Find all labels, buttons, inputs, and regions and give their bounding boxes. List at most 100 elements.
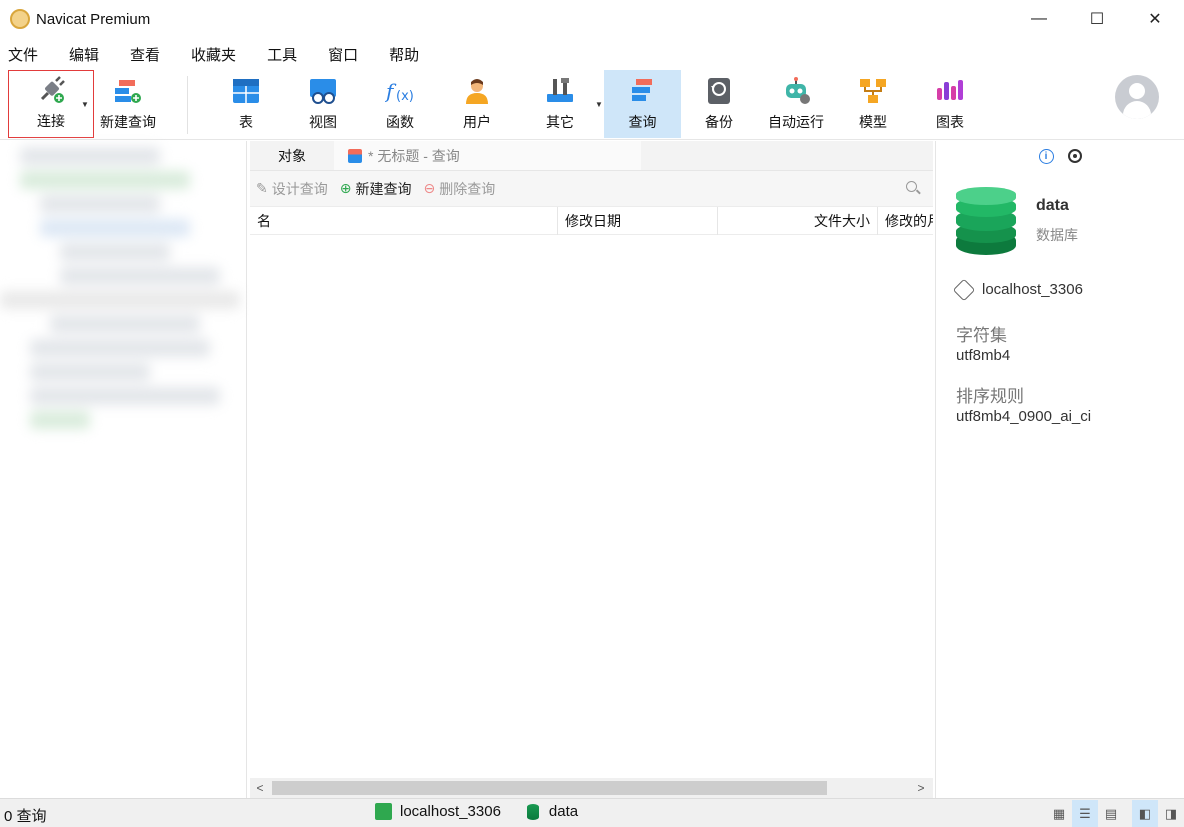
backup-button[interactable]: 备份 — [683, 70, 755, 138]
other-dropdown-arrow-icon[interactable]: ▼ — [595, 100, 603, 109]
new-query-icon — [113, 76, 143, 106]
connect-label: 连接 — [37, 113, 65, 129]
toggle-left-panel-icon[interactable]: ◧ — [1132, 799, 1158, 827]
menu-window[interactable]: 窗口 — [328, 44, 358, 65]
status-database-name: data — [548, 803, 579, 820]
object-action-bar: ✎ 设计查询 ⊕ 新建查询 ⊖ 删除查询 — [250, 171, 933, 207]
function-fx-icon: f (x) — [384, 76, 415, 106]
minus-circle-icon: ⊖ — [423, 180, 436, 196]
status-connection: localhost_3306 data — [375, 803, 578, 820]
navicat-logo-icon — [10, 9, 30, 29]
status-bar: 0 查询 localhost_3306 data ▦ ☰ ▤ ◧ ◨ — [0, 798, 1184, 827]
new-query-label: 新建查询 — [100, 114, 156, 130]
column-header-modified-by[interactable]: 修改的月 — [878, 207, 933, 235]
query-tab-label: * 无标题 - 查询 — [368, 147, 460, 164]
automation-label: 自动运行 — [768, 114, 824, 130]
design-query-button[interactable]: ✎ 设计查询 — [256, 179, 328, 199]
table-label: 表 — [239, 114, 253, 130]
function-label: 函数 — [386, 114, 414, 130]
maximize-button[interactable]: ☐ — [1068, 0, 1126, 38]
menu-tools[interactable]: 工具 — [267, 44, 297, 65]
column-header-modified-date[interactable]: 修改日期 — [558, 206, 718, 235]
user-button[interactable]: 用户 — [441, 70, 513, 138]
database-name: data — [1036, 197, 1069, 214]
preview-eye-icon[interactable] — [1067, 149, 1082, 163]
info-icon[interactable]: i — [1038, 148, 1054, 164]
menu-view[interactable]: 查看 — [130, 44, 160, 65]
window-title: Navicat Premium — [36, 10, 151, 28]
svg-text:(x): (x) — [396, 89, 414, 104]
search-icon[interactable] — [906, 181, 917, 192]
menu-favorites[interactable]: 收藏夹 — [191, 44, 236, 65]
model-icon — [858, 76, 888, 106]
collation-value: utf8mb4_0900_ai_ci — [956, 408, 1092, 425]
chart-button[interactable]: 图表 — [914, 70, 986, 138]
toolbar-separator — [187, 76, 188, 134]
title-bar: Navicat Premium — ☐ ✕ — [0, 0, 1184, 38]
view-glasses-icon — [308, 76, 338, 106]
model-button[interactable]: 模型 — [837, 70, 909, 138]
new-query-button[interactable]: 新建查询 — [96, 70, 160, 138]
new-query-action-label: 新建查询 — [355, 180, 412, 197]
database-type: 数据库 — [1036, 227, 1078, 243]
scroll-left-icon[interactable]: < — [250, 781, 270, 795]
horizontal-scrollbar[interactable]: < > — [250, 778, 933, 798]
scrollbar-thumb[interactable] — [272, 781, 827, 795]
user-icon — [462, 76, 492, 106]
query-count: 0 查询 — [4, 808, 47, 825]
delete-query-label: 删除查询 — [439, 180, 496, 197]
automation-button[interactable]: 自动运行 — [760, 70, 832, 138]
connection-status-icon — [375, 803, 392, 820]
database-card: data 数据库 — [956, 187, 1078, 255]
other-button[interactable]: 其它 — [525, 70, 595, 138]
toggle-right-panel-icon[interactable]: ◨ — [1158, 800, 1184, 827]
view-label: 视图 — [309, 114, 337, 130]
delete-query-button[interactable]: ⊖ 删除查询 — [423, 179, 495, 199]
connection-row: localhost_3306 — [952, 278, 1083, 301]
tab-bar: 对象 * 无标题 - 查询 — [250, 141, 933, 171]
view-mode-switcher: ▦ ☰ ▤ ◧ ◨ — [1046, 799, 1184, 827]
window-controls: — ☐ ✕ — [1010, 0, 1184, 38]
main-toolbar: 连接 ▼ 新建查询 表 视图 f (x) 函数 用户 其它 ▼ 查询 备份 自动… — [0, 70, 1184, 140]
tab-untitled-query[interactable]: * 无标题 - 查询 — [334, 141, 641, 170]
list-view-icon[interactable]: ☰ — [1072, 799, 1098, 827]
menu-edit[interactable]: 编辑 — [69, 44, 99, 65]
detail-view-icon[interactable]: ▤ — [1098, 800, 1124, 827]
minimize-button[interactable]: — — [1010, 0, 1068, 38]
connection-plug-icon — [952, 278, 976, 301]
plug-connect-icon — [36, 75, 66, 105]
query-button[interactable]: 查询 — [604, 70, 681, 138]
grid-view-icon[interactable]: ▦ — [1046, 800, 1072, 827]
new-query-action-button[interactable]: ⊕ 新建查询 — [340, 179, 412, 199]
close-button[interactable]: ✕ — [1126, 0, 1184, 38]
connection-name: localhost_3306 — [982, 281, 1083, 298]
charset-label: 字符集 — [956, 326, 1007, 345]
other-label: 其它 — [546, 114, 574, 130]
menu-help[interactable]: 帮助 — [389, 44, 419, 65]
info-panel-tabs: i — [936, 141, 1184, 171]
model-label: 模型 — [859, 114, 887, 130]
database-status-icon — [526, 803, 539, 820]
chart-icon — [935, 76, 965, 106]
column-header-name[interactable]: 名 — [250, 206, 558, 235]
view-button[interactable]: 视图 — [287, 70, 359, 138]
function-button[interactable]: f (x) 函数 — [364, 70, 436, 138]
connect-dropdown-arrow-icon[interactable]: ▼ — [81, 100, 89, 109]
table-button[interactable]: 表 — [210, 70, 282, 138]
connection-tree-sidebar[interactable] — [0, 141, 247, 798]
column-header-file-size[interactable]: 文件大小 — [718, 206, 878, 235]
robot-automation-icon — [781, 76, 811, 106]
query-tab-icon — [348, 148, 362, 163]
database-icon — [956, 187, 1016, 255]
menu-file[interactable]: 文件 — [8, 44, 38, 65]
backup-icon — [704, 76, 734, 106]
scroll-right-icon[interactable]: > — [911, 781, 931, 795]
tab-objects[interactable]: 对象 — [250, 141, 334, 170]
user-avatar[interactable] — [1115, 75, 1159, 119]
user-label: 用户 — [463, 114, 491, 130]
charset-value: utf8mb4 — [956, 347, 1011, 364]
collation-label: 排序规则 — [956, 387, 1024, 406]
plus-circle-icon: ⊕ — [339, 180, 352, 196]
query-label: 查询 — [628, 114, 657, 130]
table-icon — [231, 76, 261, 106]
